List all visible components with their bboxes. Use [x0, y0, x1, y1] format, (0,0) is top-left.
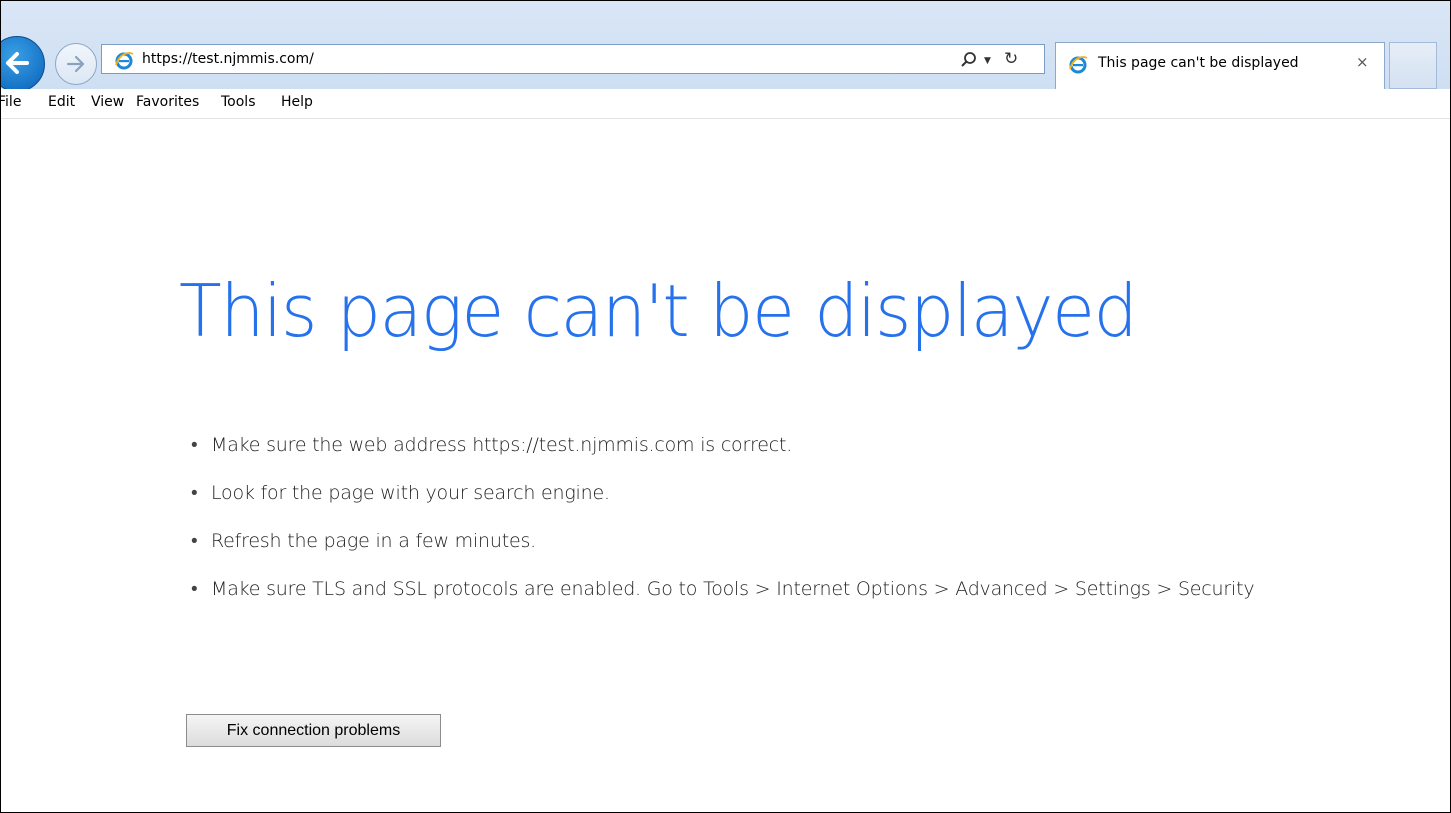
suggestion-list: Make sure the web address https://test.n…: [191, 429, 1371, 621]
menu-tools[interactable]: Tools: [221, 94, 256, 110]
close-icon[interactable]: ×: [1356, 53, 1369, 71]
menu-edit[interactable]: Edit: [48, 94, 75, 110]
back-button[interactable]: [1, 36, 45, 92]
page-title: This page can't be displayed: [179, 269, 1138, 353]
list-item: Make sure the web address https://test.n…: [191, 429, 1371, 462]
list-item: Look for the page with your search engin…: [191, 477, 1371, 510]
address-bar[interactable]: https://test.njmmis.com/ ▼ ↻: [101, 44, 1045, 74]
search-icon[interactable]: [960, 51, 978, 69]
url-text[interactable]: https://test.njmmis.com/: [142, 51, 314, 67]
ie-icon: [115, 52, 134, 70]
dropdown-icon[interactable]: ▼: [984, 56, 991, 66]
new-tab-button[interactable]: [1389, 42, 1437, 89]
forward-button[interactable]: [55, 43, 97, 85]
fix-connection-button[interactable]: Fix connection problems: [186, 714, 441, 747]
forward-arrow-icon: [66, 55, 85, 73]
browser-window: https://test.njmmis.com/ ▼ ↻ This page c…: [0, 0, 1451, 813]
list-item: Refresh the page in a few minutes.: [191, 525, 1371, 558]
back-arrow-icon: [6, 52, 29, 74]
menu-bar: File Edit View Favorites Tools Help: [1, 89, 1450, 119]
tab-active[interactable]: This page can't be displayed ×: [1055, 42, 1385, 90]
menu-favorites[interactable]: Favorites: [136, 94, 199, 110]
tab-title: This page can't be displayed: [1098, 55, 1299, 71]
ie-icon: [1069, 56, 1088, 74]
refresh-icon[interactable]: ↻: [1004, 49, 1018, 69]
browser-toolbar: https://test.njmmis.com/ ▼ ↻ This page c…: [1, 1, 1450, 92]
menu-help[interactable]: Help: [281, 94, 313, 110]
menu-view[interactable]: View: [91, 94, 124, 110]
list-item: Make sure TLS and SSL protocols are enab…: [191, 573, 1371, 606]
menu-file[interactable]: File: [1, 94, 21, 110]
